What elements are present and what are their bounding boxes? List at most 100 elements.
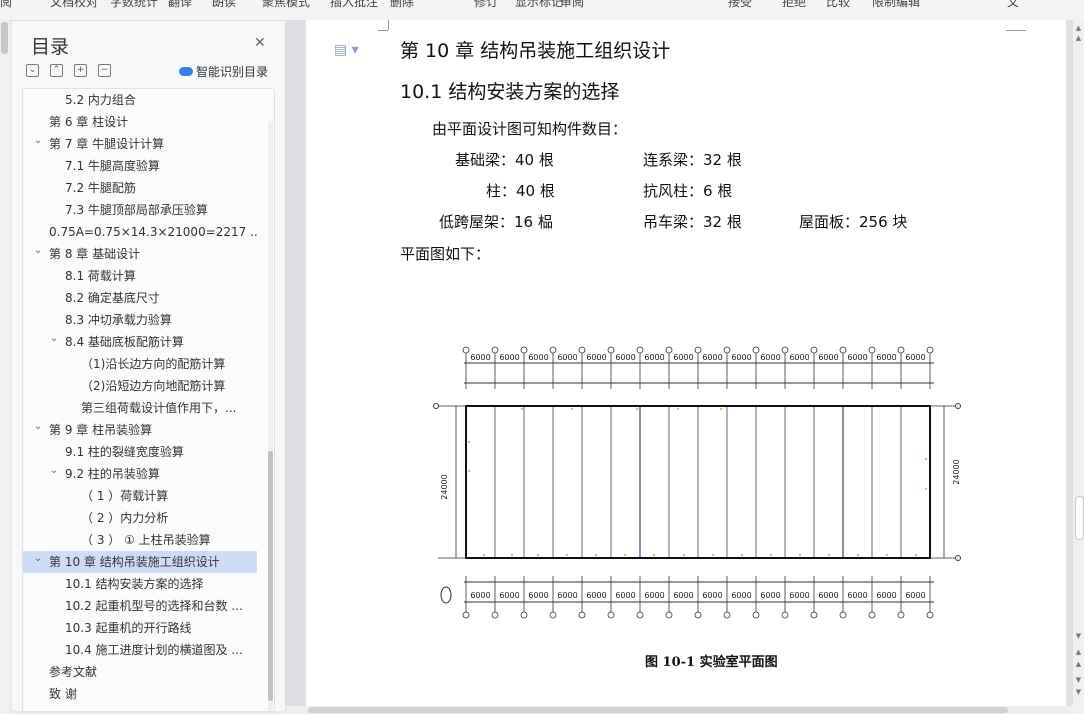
document-area: ▤ ▾ 第 10 章 结构吊装施工组织设计 10.1 结构安装方案的选择 由平面…: [286, 20, 1073, 706]
toolbar-item[interactable]: 字数统计: [110, 0, 158, 10]
outline-item[interactable]: 参考文献: [23, 661, 257, 683]
collapse-all-icon[interactable]: ⌄: [26, 64, 39, 77]
outline-item[interactable]: 9.1 柱的裂缝宽度验算: [23, 441, 257, 463]
outline-item[interactable]: 10.3 起重机的开行路线: [23, 617, 257, 639]
toolbar-item[interactable]: 文: [1007, 0, 1019, 10]
outline-item[interactable]: 10.4 施工进度计划的横道图及 ...: [23, 639, 257, 661]
axis-bubble: [868, 346, 876, 354]
outline-item[interactable]: 10.1 结构安装方案的选择: [23, 573, 257, 595]
bay-dimension-label: 6000: [528, 353, 548, 362]
toolbar-item[interactable]: 文档校对: [50, 0, 98, 10]
document-page[interactable]: ▤ ▾ 第 10 章 结构吊装施工组织设计 10.1 结构安装方案的选择 由平面…: [306, 20, 1066, 706]
add-heading-icon[interactable]: +: [74, 64, 87, 77]
outline-item[interactable]: ⌄ 9.2 柱的吊装验算: [23, 463, 257, 485]
bay-dimension-label: 6000: [731, 353, 751, 362]
axis-bubble: [665, 346, 673, 354]
outline-item[interactable]: （1)沿长边方向的配筋计算: [23, 353, 257, 375]
axis-bubble: [549, 611, 557, 619]
outline-scroll-thumb[interactable]: [268, 451, 273, 701]
count-item: 柱：40 根: [486, 182, 555, 200]
next-page-icon[interactable]: ▼: [1073, 676, 1084, 684]
outline-item[interactable]: （ 2 ）内力分析: [23, 507, 257, 529]
toolbar-item[interactable]: 翻译: [168, 0, 192, 10]
outline-item[interactable]: 8.3 冲切承载力验算: [23, 309, 257, 331]
outline-item[interactable]: 第三组荷载设计值作用下，...: [23, 397, 257, 419]
outline-item[interactable]: ⌄ 8.4 基础底板配筋计算: [23, 331, 257, 353]
scroll-up-icon[interactable]: ▲: [1073, 24, 1084, 32]
document-icon[interactable]: ▤ ▾: [334, 42, 359, 58]
outline-item[interactable]: （ 1 ）荷载计算: [23, 485, 257, 507]
toolbar-item[interactable]: 朗读: [212, 0, 236, 10]
axis-bubble: [955, 555, 961, 561]
toolbar-item[interactable]: 聚焦模式: [262, 0, 310, 10]
outline-item[interactable]: 7.1 牛腿高度验算: [23, 155, 257, 177]
outline-item[interactable]: ⌄ 第 8 章 基础设计: [23, 243, 257, 265]
axis-bubble: [520, 346, 528, 354]
bay-dimension-label: 6000: [499, 353, 519, 362]
outline-title: 目录: [31, 36, 70, 58]
outline-tree: 5.2 内力组合第 6 章 柱设计 ⌄ 第 7 章 牛腿设计计算 7.1 牛腿高度验算…: [22, 88, 275, 712]
document-scroll-thumb[interactable]: [1075, 496, 1084, 540]
chevron-down-icon[interactable]: ⌄: [33, 133, 43, 152]
chevron-down-icon[interactable]: ⌄: [49, 463, 59, 482]
next-page-icon[interactable]: ▼: [1073, 688, 1084, 696]
toolbar-item[interactable]: 阅: [0, 0, 12, 10]
axis-bubble: [520, 611, 528, 619]
left-scroll-thumb[interactable]: [1, 22, 8, 54]
toolbar-item[interactable]: 限制编辑: [872, 0, 920, 10]
bay-dimension-label: 6000: [586, 353, 606, 362]
outline-item[interactable]: （2)沿短边方向地配筋计算: [23, 375, 257, 397]
toolbar-item[interactable]: 拒绝: [782, 0, 806, 10]
chevron-down-icon[interactable]: ⌄: [33, 243, 43, 262]
toolbar-item[interactable]: 显示标记: [515, 0, 563, 10]
smart-detect-button[interactable]: 智能识别目录: [179, 63, 268, 80]
axis-bubble: [723, 611, 731, 619]
outline-item-label: 7.3 牛腿顶部局部承压验算: [65, 203, 208, 217]
column-marker: [652, 553, 656, 557]
outline-item[interactable]: 第 6 章 柱设计: [23, 111, 257, 133]
outline-item[interactable]: 8.1 荷载计算: [23, 265, 257, 287]
span-dimension-label: 24000: [440, 474, 449, 499]
toolbar-item[interactable]: 接受: [728, 0, 752, 10]
toolbar-item[interactable]: 审阅: [560, 0, 584, 10]
chevron-down-icon[interactable]: ⌄: [33, 419, 43, 438]
outline-item[interactable]: （ 3 ） ① 上柱吊装验算: [23, 529, 257, 551]
horizontal-scroll-thumb[interactable]: [308, 707, 1008, 713]
column-marker: [467, 440, 471, 444]
close-icon[interactable]: ✕: [254, 35, 266, 51]
toolbar-item[interactable]: 比较: [826, 0, 850, 10]
outline-item[interactable]: 5.2 内力组合: [23, 89, 257, 111]
scroll-up-icon[interactable]: ▲: [1073, 34, 1084, 42]
document-scrollbar[interactable]: ▲ ▲ ▼ ▲ ▲ ▼ ▼: [1073, 20, 1084, 714]
outline-scrollbar[interactable]: [268, 121, 273, 711]
outline-item[interactable]: 7.3 牛腿顶部局部承压验算: [23, 199, 257, 221]
outline-item[interactable]: 7.2 牛腿配筋: [23, 177, 257, 199]
column-marker: [827, 553, 831, 557]
outline-item[interactable]: ⌄ 第 9 章 柱吊装验算: [23, 419, 257, 441]
bay-dimension-label: 6000: [673, 353, 693, 362]
outline-item-label: 10.1 结构安装方案的选择: [65, 577, 204, 591]
bay-dimension-label: 6000: [644, 591, 664, 600]
axis-bubble: [462, 611, 470, 619]
bay-dimension-label: 6000: [789, 353, 809, 362]
scroll-down-icon[interactable]: ▼: [1073, 632, 1084, 640]
left-scroll-strip[interactable]: [0, 20, 10, 714]
toolbar-item[interactable]: 删除: [390, 0, 414, 10]
toolbar-item[interactable]: 插入批注: [330, 0, 378, 10]
horizontal-scrollbar[interactable]: [286, 706, 1073, 714]
chevron-down-icon[interactable]: ⌄: [49, 331, 59, 350]
axis-bubble: [781, 611, 789, 619]
outline-item[interactable]: 0.75A=0.75×14.3×21000=2217 ...: [23, 221, 257, 243]
remove-heading-icon[interactable]: −: [98, 64, 111, 77]
outline-item[interactable]: 致 谢: [23, 683, 257, 705]
outline-item-selected[interactable]: ⌄ 第 10 章 结构吊装施工组织设计: [23, 551, 257, 573]
prev-page-icon[interactable]: ▲: [1073, 660, 1084, 668]
chevron-down-icon[interactable]: ⌄: [33, 551, 43, 570]
toolbar-item[interactable]: 修订: [474, 0, 498, 10]
prev-page-icon[interactable]: ▲: [1073, 648, 1084, 656]
outline-item[interactable]: ⌄ 第 7 章 牛腿设计计算: [23, 133, 257, 155]
axis-bubble: [578, 611, 586, 619]
outline-item[interactable]: 8.2 确定基底尺寸: [23, 287, 257, 309]
outline-item[interactable]: 10.2 起重机型号的选择和台数 ...: [23, 595, 257, 617]
expand-up-icon[interactable]: ⌃: [50, 64, 63, 77]
